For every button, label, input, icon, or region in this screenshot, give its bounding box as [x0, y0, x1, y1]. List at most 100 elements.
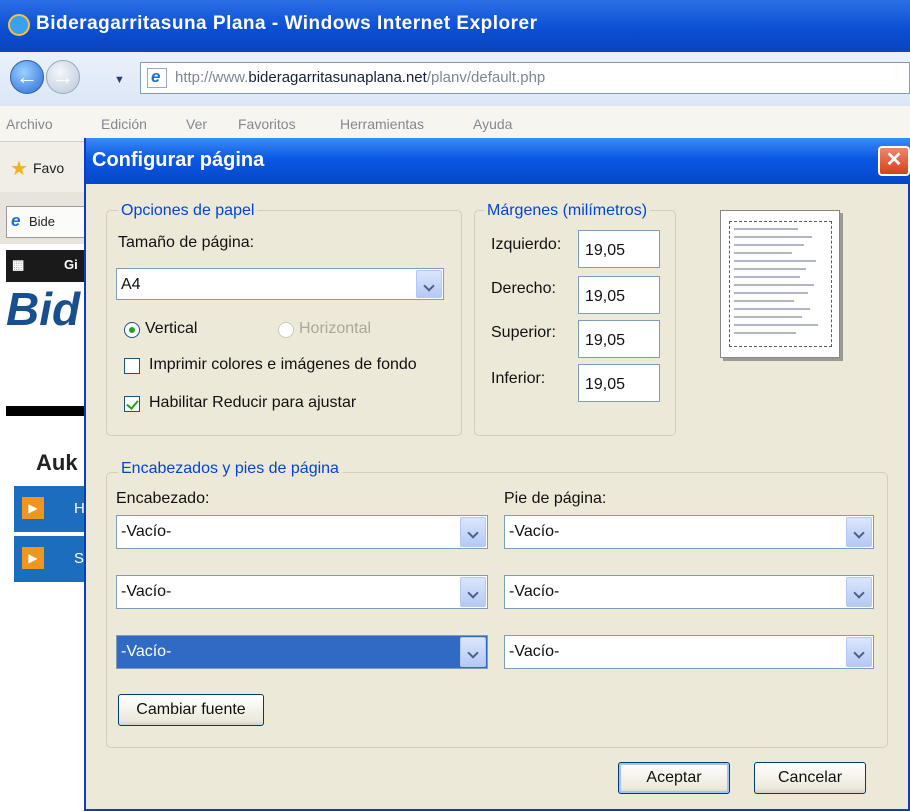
navigation-bar: ← → ▼ e http://www.bideragarritasunaplan…: [0, 52, 910, 106]
forward-arrow-icon: →: [52, 64, 74, 89]
address-url[interactable]: http://www.bideragarritasunaplana.net/pl…: [175, 69, 545, 86]
menu-edicion[interactable]: Edición: [101, 116, 147, 132]
preview-text-line: [734, 316, 802, 318]
browser-title-bar: Bideragarritasuna Plana - Windows Intern…: [0, 0, 910, 52]
chevron-down-icon[interactable]: [460, 577, 486, 607]
menu-herramientas[interactable]: Herramientas: [340, 116, 424, 132]
headers-footers-legend: Encabezados y pies de página: [118, 460, 342, 478]
header-select-3-value: -Vacío-: [121, 643, 172, 660]
close-icon[interactable]: ✕: [878, 146, 910, 176]
preview-text-line: [734, 260, 816, 262]
preview-text-line: [734, 284, 814, 286]
menu-favoritos[interactable]: Favoritos: [238, 116, 296, 132]
paper-options-legend: Opciones de papel: [118, 202, 258, 220]
footer-select-2-value: -Vacío-: [509, 583, 560, 600]
url-path: /planv/default.php: [426, 69, 546, 86]
footer-select-1[interactable]: -Vacío-: [504, 515, 874, 549]
header-select-1-value: -Vacío-: [121, 523, 172, 540]
dialog-title-bar: Configurar página ✕: [86, 138, 910, 184]
preview-text-line: [734, 300, 794, 302]
page-logo: Bid: [6, 283, 81, 335]
chevron-down-icon[interactable]: [460, 517, 486, 547]
preview-text-line: [734, 268, 806, 270]
menu-ver[interactable]: Ver: [186, 116, 207, 132]
ie-logo-icon: [8, 14, 30, 36]
page-size-value: A4: [121, 276, 141, 293]
shrink-to-fit-checkbox[interactable]: [124, 396, 140, 412]
page-icon: e: [147, 67, 167, 88]
page-menu-item-2[interactable]: ▶ S: [14, 536, 90, 582]
orientation-vertical-label[interactable]: Vertical: [145, 320, 197, 338]
favorites-label[interactable]: Favo: [33, 160, 64, 176]
menu-archivo[interactable]: Archivo: [6, 116, 53, 132]
header-select-2[interactable]: -Vacío-: [116, 575, 488, 609]
orientation-vertical-radio[interactable]: [124, 322, 140, 338]
play-arrow-icon: ▶: [22, 497, 44, 519]
margin-bottom-input[interactable]: 19,05: [578, 364, 660, 402]
margin-right-input[interactable]: 19,05: [578, 276, 660, 314]
chevron-down-icon[interactable]: [846, 577, 872, 607]
recent-pages-dropdown-icon[interactable]: ▼: [114, 74, 125, 86]
preview-text-line: [734, 324, 818, 326]
dialog-title: Configurar página: [92, 149, 265, 171]
url-prefix: http://www.: [175, 69, 249, 86]
browser-tab[interactable]: e Bide: [6, 206, 90, 238]
margin-bottom-value: 19,05: [585, 376, 626, 393]
play-arrow-icon: ▶: [22, 547, 44, 569]
page-menu-item-2-label: S: [74, 550, 85, 567]
page-preview-margins: [729, 221, 832, 347]
browser-window-title: Bideragarritasuna Plana - Windows Intern…: [36, 13, 538, 34]
page-setup-dialog: Configurar página ✕ Opciones de papel Ta…: [84, 138, 910, 811]
chevron-down-icon[interactable]: [846, 517, 872, 547]
page-menu-item-1[interactable]: ▶ H: [14, 486, 90, 532]
page-divider: [6, 406, 90, 416]
preview-text-line: [734, 276, 800, 278]
page-size-label: Tamaño de página:: [118, 234, 255, 251]
margin-right-value: 19,05: [585, 288, 626, 305]
footer-select-1-value: -Vacío-: [509, 523, 560, 540]
orientation-horizontal-radio[interactable]: [278, 322, 294, 338]
page-size-select[interactable]: A4: [116, 268, 444, 300]
chevron-down-icon[interactable]: [460, 637, 486, 667]
margin-left-input[interactable]: 19,05: [578, 230, 660, 268]
ok-button[interactable]: Aceptar: [618, 762, 730, 794]
preview-text-line: [734, 252, 792, 254]
margin-left-value: 19,05: [585, 242, 626, 259]
chevron-down-icon[interactable]: [416, 270, 442, 298]
site-emblem-icon: ▦: [12, 257, 25, 272]
page-bar-label: Gi: [64, 257, 78, 272]
shrink-to-fit-label[interactable]: Habilitar Reducir para ajustar: [149, 394, 356, 412]
tab-strip: e Bide: [0, 192, 90, 244]
margin-top-label: Superior:: [491, 324, 556, 341]
header-select-1[interactable]: -Vacío-: [116, 515, 488, 549]
print-backgrounds-label[interactable]: Imprimir colores e imágenes de fondo: [149, 356, 417, 374]
back-button[interactable]: ←: [10, 60, 44, 94]
address-bar[interactable]: e http://www.bideragarritasunaplana.net/…: [140, 62, 910, 94]
favorites-bar: ★ Favo: [0, 142, 90, 192]
preview-text-line: [734, 228, 798, 230]
favorites-star-icon[interactable]: ★: [10, 156, 28, 181]
url-domain: bideragarritasunaplana.net: [248, 69, 427, 86]
menu-bar: Archivo Edición Ver Favoritos Herramient…: [0, 106, 910, 142]
orientation-horizontal-label[interactable]: Horizontal: [299, 320, 371, 338]
footer-select-3[interactable]: -Vacío-: [504, 635, 874, 669]
margin-left-label: Izquierdo:: [491, 236, 562, 253]
cancel-button[interactable]: Cancelar: [754, 762, 866, 794]
footer-label: Pie de página:: [504, 490, 607, 507]
chevron-down-icon[interactable]: [846, 637, 872, 667]
preview-text-line: [734, 332, 796, 334]
margin-top-input[interactable]: 19,05: [578, 320, 660, 358]
header-select-3[interactable]: -Vacío-: [116, 635, 488, 669]
header-select-2-value: -Vacío-: [121, 583, 172, 600]
page-preview: [720, 210, 840, 358]
page-heading: Auk: [36, 450, 78, 475]
header-label: Encabezado:: [116, 490, 210, 507]
preview-text-line: [734, 236, 812, 238]
footer-select-2[interactable]: -Vacío-: [504, 575, 874, 609]
menu-ayuda[interactable]: Ayuda: [473, 116, 512, 132]
forward-button[interactable]: →: [46, 60, 80, 94]
page-black-bar: ▦ Gi: [6, 250, 90, 282]
margin-top-value: 19,05: [585, 332, 626, 349]
print-backgrounds-checkbox[interactable]: [124, 358, 140, 374]
change-font-button[interactable]: Cambiar fuente: [118, 694, 264, 726]
